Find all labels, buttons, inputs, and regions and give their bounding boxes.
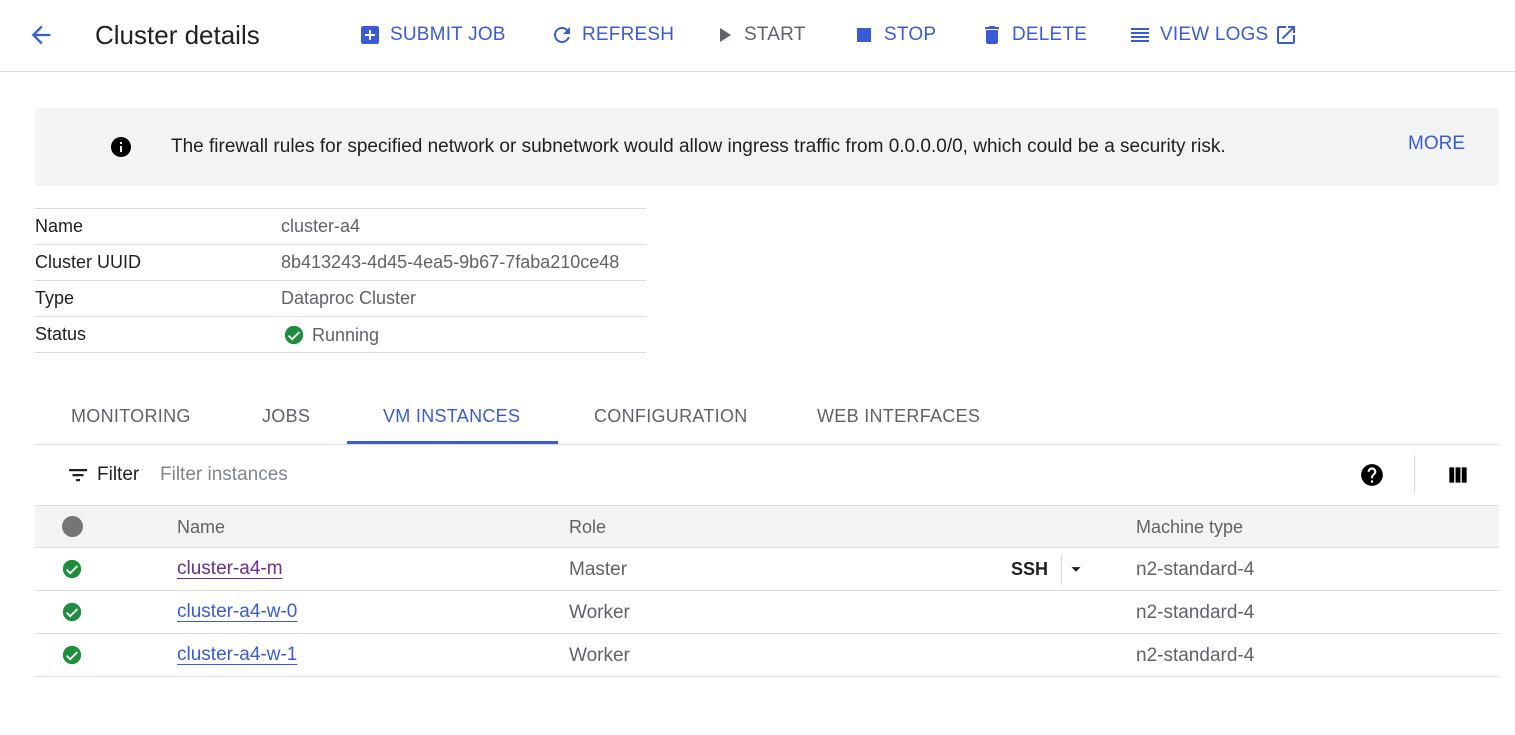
table-row: cluster-a4-w-0 Worker n2-standard-4 (35, 591, 1499, 634)
info-icon (111, 137, 131, 157)
stop-icon (852, 23, 876, 47)
detail-row-name: Name cluster-a4 (35, 209, 646, 245)
table-header: Name Role Machine type (35, 505, 1499, 548)
check-circle-icon (284, 325, 304, 345)
table-row: cluster-a4-m Master SSH n2-standard-4 (35, 548, 1499, 591)
column-display-icon[interactable] (1445, 462, 1471, 488)
detail-value: 8b413243-4d45-4ea5-9b67-7faba210ce48 (281, 252, 620, 272)
table-row: cluster-a4-w-1 Worker n2-standard-4 (35, 634, 1499, 677)
refresh-button[interactable]: REFRESH (550, 20, 674, 50)
security-warning-banner: The firewall rules for specified network… (35, 108, 1499, 186)
filter-list-icon (69, 469, 87, 482)
start-label: START (744, 24, 806, 45)
status-text: Running (312, 324, 380, 345)
tab-vm-instances[interactable]: VM INSTANCES (383, 406, 520, 427)
submit-job-label: SUBMIT JOB (390, 24, 506, 45)
detail-label: Type (35, 288, 75, 308)
filter-instances-input[interactable] (160, 459, 1060, 491)
column-header-role[interactable]: Role (569, 517, 606, 538)
trash-icon (980, 23, 1004, 47)
vm-instances-table: Name Role Machine type cluster-a4-m Mast… (35, 505, 1499, 677)
cluster-tabs: MONITORING JOBS VM INSTANCES CONFIGURATI… (35, 390, 1499, 445)
arrow-drop-down-icon[interactable] (1065, 558, 1087, 580)
stop-button[interactable]: STOP (852, 20, 936, 50)
detail-row-uuid: Cluster UUID 8b413243-4d45-4ea5-9b67-7fa… (35, 245, 646, 281)
add-box-icon (358, 23, 382, 47)
check-circle-icon (62, 559, 82, 579)
submit-job-button[interactable]: SUBMIT JOB (358, 20, 506, 50)
instance-name-link[interactable]: cluster-a4-m (177, 558, 283, 580)
instance-role: Worker (569, 602, 630, 623)
check-circle-icon (62, 602, 82, 622)
instance-name-link[interactable]: cluster-a4-w-0 (177, 601, 297, 623)
detail-value: Dataproc Cluster (281, 288, 417, 308)
instance-machine-type: n2-standard-4 (1136, 602, 1255, 623)
delete-button[interactable]: DELETE (980, 20, 1087, 50)
instance-machine-type: n2-standard-4 (1136, 645, 1255, 666)
tab-jobs[interactable]: JOBS (262, 406, 310, 427)
column-header-machine-type[interactable]: Machine type (1136, 517, 1243, 538)
status-column-icon (62, 516, 83, 537)
view-logs-button[interactable]: VIEW LOGS (1128, 20, 1298, 50)
stop-label: STOP (884, 24, 937, 45)
filter-label: Filter (97, 464, 140, 485)
detail-label: Status (35, 324, 87, 344)
banner-more-button[interactable]: MORE (1408, 133, 1465, 155)
detail-row-type: Type Dataproc Cluster (35, 281, 646, 317)
detail-label: Cluster UUID (35, 252, 142, 272)
open-in-new-icon (1274, 23, 1298, 47)
active-tab-indicator (347, 441, 558, 444)
cluster-details-table: Name cluster-a4 Cluster UUID 8b413243-4d… (35, 208, 646, 353)
page-title: Cluster details (95, 20, 260, 50)
play-icon (712, 23, 736, 47)
instance-role: Master (569, 559, 628, 580)
tab-web-interfaces[interactable]: WEB INTERFACES (817, 406, 980, 427)
check-circle-icon (62, 645, 82, 665)
ssh-divider (1061, 554, 1062, 585)
tab-monitoring[interactable]: MONITORING (71, 406, 191, 427)
start-button[interactable]: START (712, 20, 806, 50)
detail-label: Name (35, 216, 84, 236)
detail-row-status: Status Running (35, 317, 646, 353)
instance-role: Worker (569, 645, 630, 666)
list-icon (1128, 23, 1152, 47)
filter-bar: Filter (35, 445, 1499, 505)
column-header-name[interactable]: Name (177, 517, 225, 538)
refresh-label: REFRESH (582, 24, 675, 45)
detail-value: cluster-a4 (281, 216, 361, 236)
ssh-button[interactable]: SSH (1011, 559, 1048, 580)
status-value: Running (281, 324, 379, 346)
view-logs-label: VIEW LOGS (1160, 24, 1269, 45)
delete-label: DELETE (1012, 24, 1088, 45)
arrow-back-icon (31, 25, 51, 45)
instance-name-link[interactable]: cluster-a4-w-1 (177, 644, 297, 666)
tab-configuration[interactable]: CONFIGURATION (594, 406, 748, 427)
page-header: Cluster details SUBMIT JOB REFRESH START… (0, 0, 1515, 72)
toolbar-divider (1414, 455, 1415, 493)
refresh-icon (550, 23, 574, 47)
banner-message: The firewall rules for specified network… (171, 136, 1226, 157)
help-icon[interactable] (1359, 462, 1385, 488)
back-button[interactable] (24, 18, 58, 52)
instance-machine-type: n2-standard-4 (1136, 559, 1255, 580)
